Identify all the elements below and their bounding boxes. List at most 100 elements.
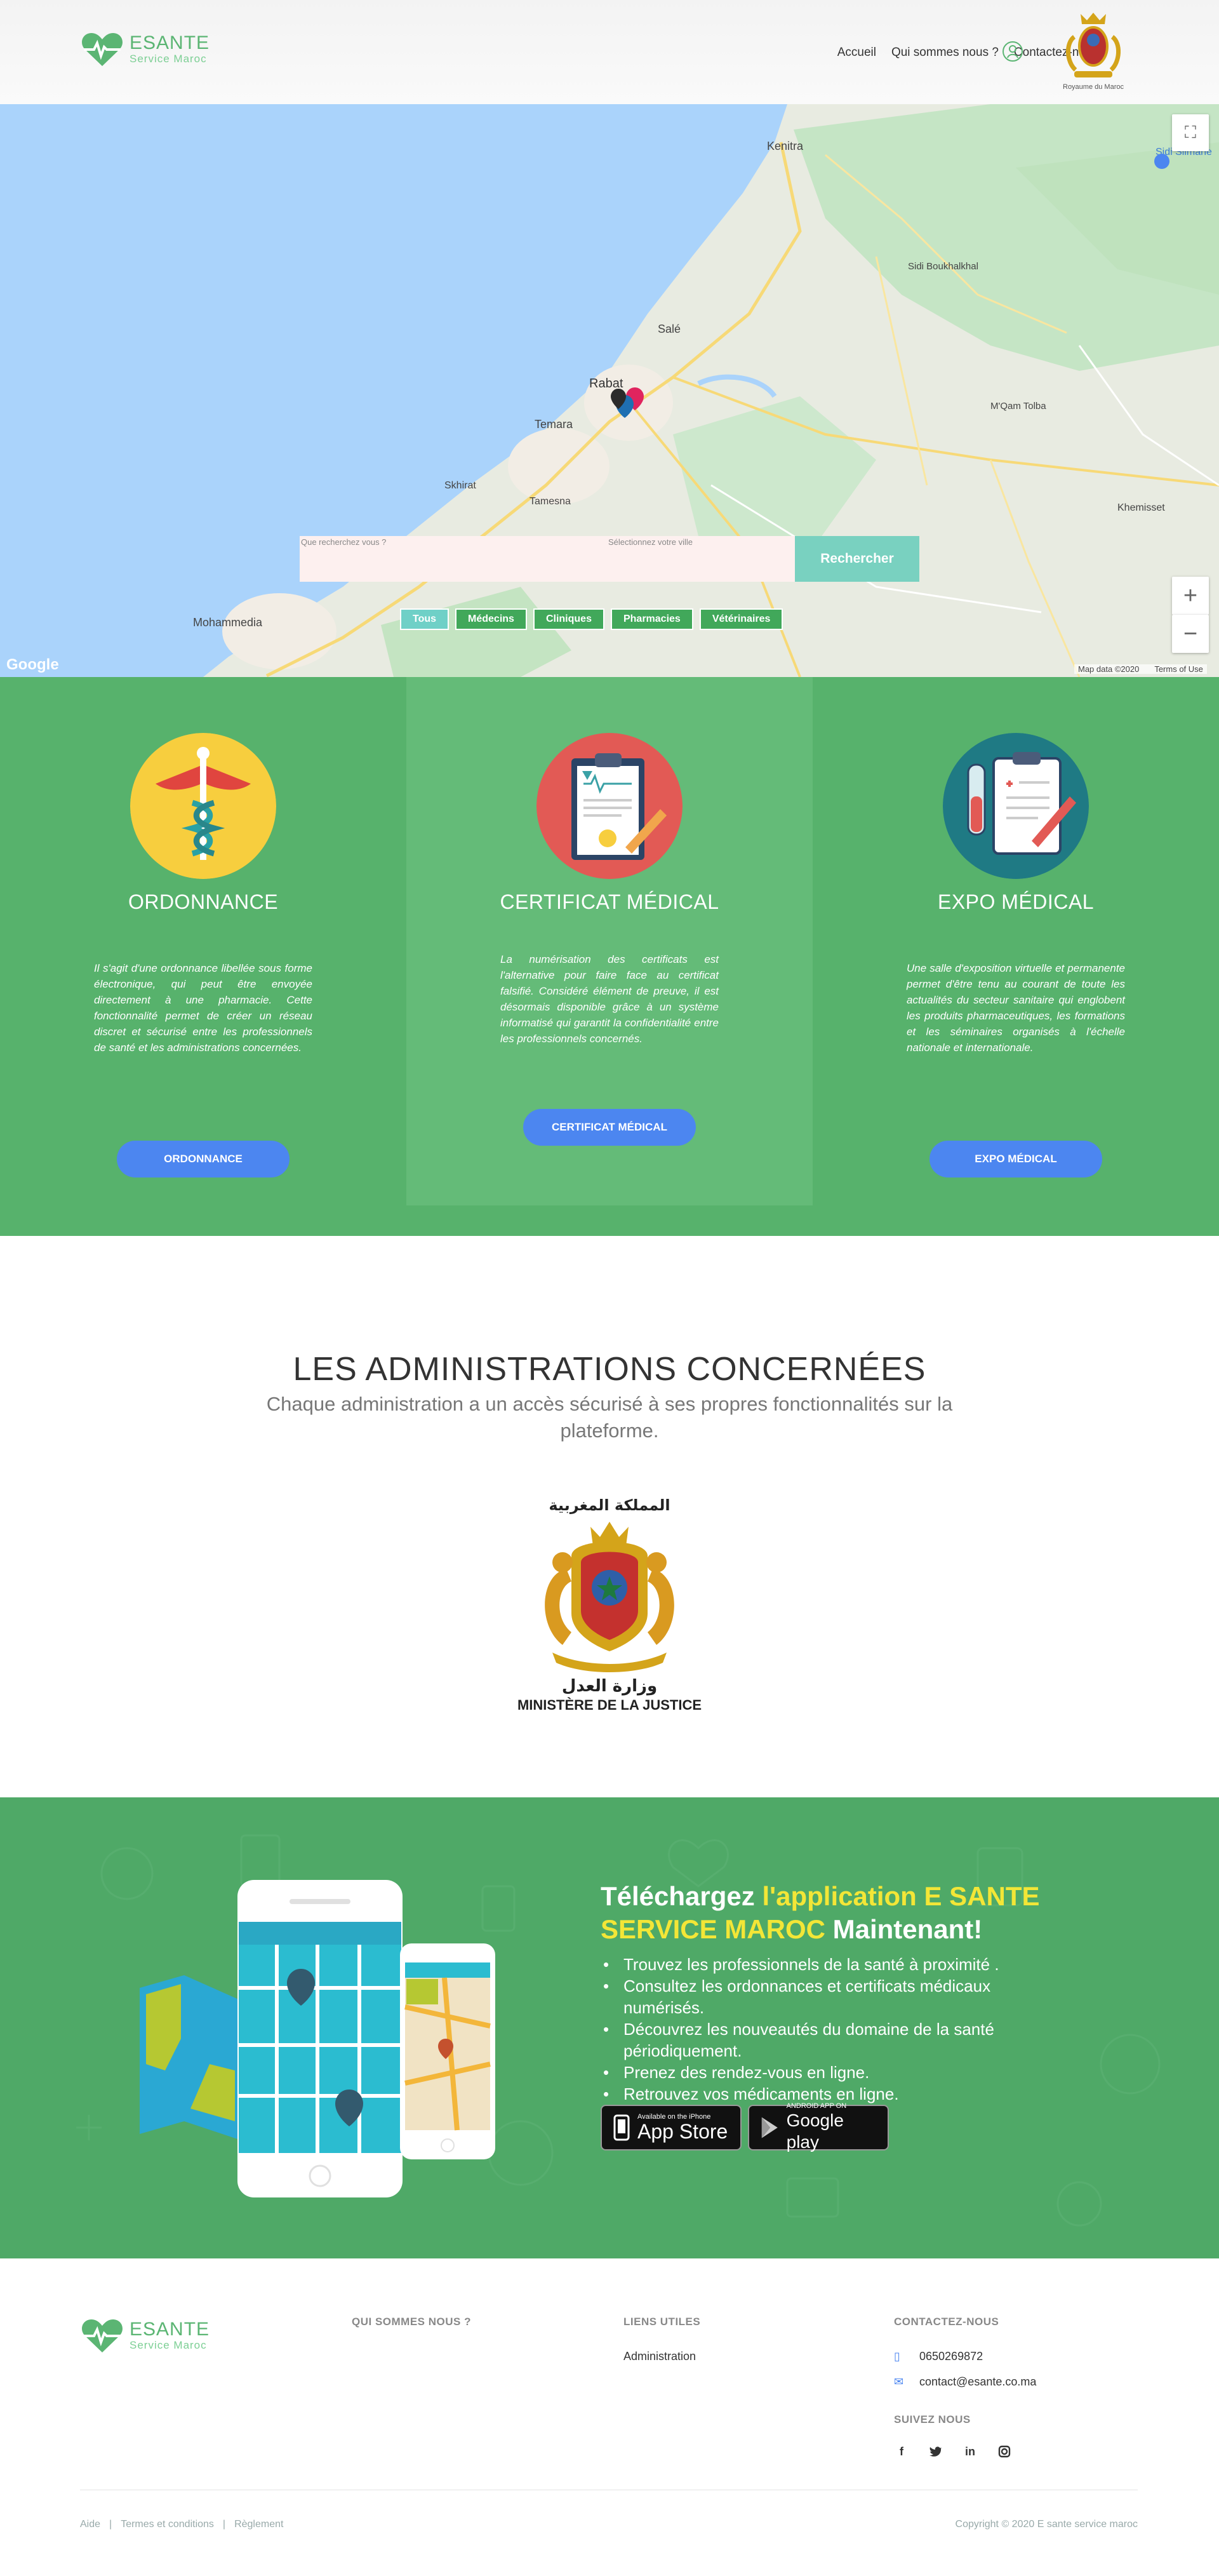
section-title: LES ADMINISTRATIONS CONCERNÉES — [293, 1351, 926, 1388]
separator: | — [109, 2519, 112, 2530]
city-select-placeholder[interactable]: Sélectionnez votre ville — [608, 537, 693, 547]
svg-text:Skhirat: Skhirat — [444, 480, 476, 491]
map-view[interactable]: Kenitra Salé Rabat Temara Tamesna Skhira… — [0, 104, 1219, 677]
svg-text:M'Qam Tolba: M'Qam Tolba — [990, 401, 1046, 412]
footer-follow-title: SUIVEZ NOUS — [894, 2413, 971, 2425]
svg-text:Mohammedia: Mohammedia — [193, 616, 263, 629]
phone-icon: ▯ — [894, 2350, 900, 2363]
map-tiles[interactable]: Kenitra Salé Rabat Temara Tamesna Skhira… — [0, 104, 1219, 677]
app-features-list: Trouvez les professionnels de la santé à… — [601, 1954, 1070, 2105]
brand-tagline: Service Maroc — [130, 53, 207, 65]
rules-link[interactable]: Règlement — [234, 2519, 283, 2530]
terms-link[interactable]: Termes et conditions — [121, 2519, 214, 2530]
service-certificate: CERTIFICAT MÉDICAL La numérisation des c… — [406, 677, 813, 1205]
ministry-french-name: MINISTÈRE DE LA JUSTICE — [517, 1697, 702, 1713]
footer-bottom-links: Aide | Termes et conditions | Règlement — [80, 2519, 283, 2530]
heart-pulse-icon — [82, 2319, 123, 2352]
what-placeholder[interactable]: Que recherchez vous ? — [301, 537, 386, 547]
zoom-out-button[interactable]: − — [1172, 615, 1209, 653]
footer-links-title: LIENS UTILES — [623, 2316, 701, 2328]
ministry-arabic-name: وزارة العدل — [561, 1677, 658, 1696]
nav-about[interactable]: Qui sommes nous ? — [891, 46, 999, 60]
brand-logo[interactable]: ESANTE Service Maroc — [80, 30, 210, 69]
app-title-post: Maintenant! — [825, 1914, 983, 1944]
ministry-arabic-top: المملكة المغربية — [549, 1496, 670, 1514]
app-store-badge[interactable]: Available on the iPhone App Store — [601, 2105, 742, 2150]
expo-button[interactable]: EXPO MÉDICAL — [929, 1141, 1102, 1177]
svg-text:Salé: Salé — [658, 323, 681, 335]
morocco-crest-logo: Royaume du Maroc — [1062, 11, 1125, 94]
footer-phone[interactable]: 0650269872 — [919, 2350, 983, 2363]
list-item: Consultez les ordonnances et certificats… — [601, 1975, 1070, 2018]
footer-logo[interactable]: ESANTE Service Maroc — [80, 2317, 210, 2355]
prescription-button[interactable]: ORDONNANCE — [117, 1141, 290, 1177]
services-section: ORDONNANCE Il s'agit d'une ordonnance li… — [0, 677, 1219, 1236]
separator: | — [222, 2519, 226, 2530]
site-header: ESANTE Service Maroc Accueil Qui sommes … — [0, 0, 1219, 104]
footer-email[interactable]: contact@esante.co.ma — [919, 2375, 1036, 2389]
royal-coat-of-arms — [545, 1522, 674, 1672]
play-big-text: Google play — [786, 2110, 844, 2152]
crest-caption: Royaume du Maroc — [1063, 83, 1124, 91]
linkedin-icon[interactable]: in — [963, 2444, 978, 2459]
service-expo: EXPO MÉDICAL Une salle d'exposition virt… — [813, 677, 1219, 1236]
svg-text:Kenitra: Kenitra — [767, 140, 804, 152]
help-link[interactable]: Aide — [80, 2519, 100, 2530]
play-small-text: ANDROID APP ON — [786, 2102, 847, 2110]
nav-home[interactable]: Accueil — [837, 46, 876, 60]
site-footer: ESANTE Service Maroc QUI SOMMES NOUS ? L… — [0, 2258, 1219, 2576]
search-input[interactable]: Que recherchez vous ? Sélectionnez votre… — [300, 536, 795, 582]
main-nav: Accueil Qui sommes nous ? Contactez-nous — [837, 46, 1098, 60]
twitter-icon[interactable] — [928, 2444, 943, 2459]
svg-text:Sidi Boukhalkhal: Sidi Boukhalkhal — [908, 261, 978, 272]
app-title-pre: Téléchargez — [601, 1881, 763, 1911]
svg-text:Rabat: Rabat — [589, 377, 623, 391]
google-logo: Google — [6, 656, 59, 673]
fullscreen-button[interactable]: ⛶ — [1172, 114, 1209, 151]
filter-all[interactable]: Tous — [400, 608, 450, 630]
brand-name: ESANTE — [130, 2319, 210, 2340]
category-filters: Tous Médecins Cliniques Pharmacies Vétér… — [400, 608, 783, 630]
map-attribution: Map data ©2020 — [1078, 664, 1140, 674]
svg-text:Khemisset: Khemisset — [1117, 502, 1165, 513]
service-description: Une salle d'exposition virtuelle et perm… — [907, 962, 1125, 1054]
footer-link-administration[interactable]: Administration — [623, 2350, 696, 2363]
ministry-justice-logo[interactable]: المملكة المغربية وزارة العدل MINISTÈRE D… — [508, 1496, 711, 1738]
instagram-icon[interactable] — [997, 2444, 1012, 2459]
app-title: Téléchargez l'application E SANTE SERVIC… — [601, 1880, 1083, 1946]
clipboard-icon — [536, 733, 683, 879]
list-item: Prenez des rendez-vous en ligne. — [601, 2062, 1070, 2083]
search-bar: Que recherchez vous ? Sélectionnez votre… — [300, 536, 919, 582]
appstore-big-text: App Store — [637, 2120, 728, 2143]
user-icon[interactable] — [1002, 41, 1023, 62]
filter-doctors[interactable]: Médecins — [455, 608, 527, 630]
list-item: Découvrez les nouveautés du domaine de l… — [601, 2018, 1070, 2062]
svg-text:Temara: Temara — [535, 418, 573, 431]
service-title: EXPO MÉDICAL — [937, 890, 1095, 913]
caduceus-icon — [130, 733, 276, 879]
app-download-section: + Téléchargez l'application E SANTE SERV… — [0, 1797, 1219, 2258]
copyright-text: Copyright © 2020 E sante service maroc — [955, 2519, 1138, 2530]
section-subtitle: Chaque administration a un accès sécuris… — [266, 1393, 953, 1442]
phone-app-illustration: + — [140, 1880, 495, 2197]
brand-tagline: Service Maroc — [130, 2339, 207, 2351]
filter-vets[interactable]: Vétérinaires — [699, 608, 783, 630]
google-play-icon — [761, 2117, 778, 2138]
search-button[interactable]: Rechercher — [795, 536, 919, 582]
email-icon: ✉ — [894, 2375, 904, 2388]
service-title: CERTIFICAT MÉDICAL — [500, 890, 719, 913]
svg-text:Tamesna: Tamesna — [530, 496, 571, 507]
filter-pharmacies[interactable]: Pharmacies — [610, 608, 693, 630]
brand-name: ESANTE — [130, 32, 210, 53]
map-terms-link[interactable]: Terms of Use — [1154, 664, 1203, 674]
google-play-badge[interactable]: ANDROID APP ON Google play — [748, 2102, 889, 2152]
filter-clinics[interactable]: Cliniques — [533, 608, 604, 630]
service-prescription: ORDONNANCE Il s'agit d'une ordonnance li… — [0, 677, 406, 1236]
zoom-in-button[interactable]: + — [1172, 577, 1209, 615]
facebook-icon[interactable]: f — [894, 2444, 909, 2459]
apple-icon — [613, 2114, 630, 2141]
store-badges: Available on the iPhone App Store ANDROID… — [601, 2102, 889, 2152]
list-item: Retrouvez vos médicaments en ligne. — [601, 2083, 1070, 2105]
footer-about-title[interactable]: QUI SOMMES NOUS ? — [352, 2316, 471, 2328]
certificate-button[interactable]: CERTIFICAT MÉDICAL — [523, 1109, 696, 1146]
